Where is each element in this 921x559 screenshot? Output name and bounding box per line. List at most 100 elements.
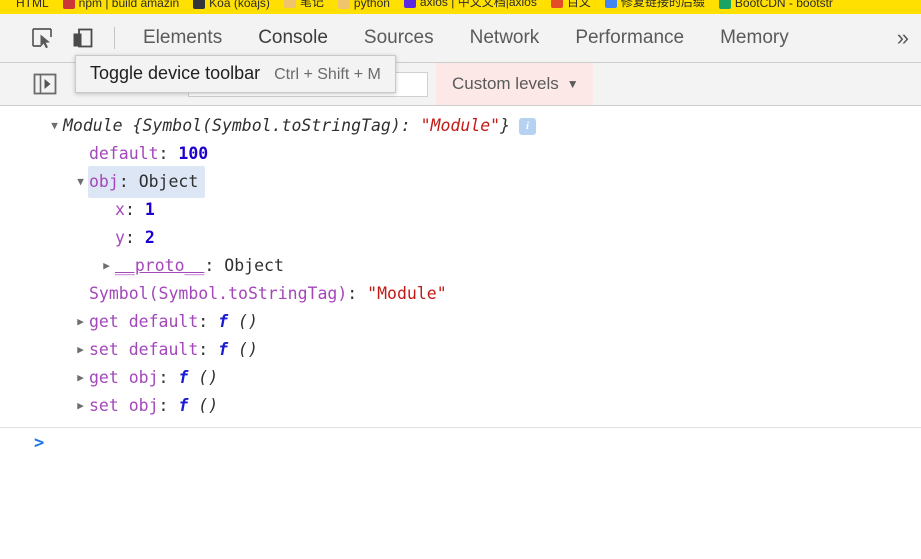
bookmark-item[interactable]: 修复链接的后缀	[604, 0, 705, 10]
tooltip-title: Toggle device toolbar	[90, 63, 261, 83]
log-levels-dropdown[interactable]: Custom levels ▼	[436, 63, 593, 105]
console-line-content: __proto__: Object	[115, 252, 284, 280]
chevron-down-icon: ▼	[566, 77, 579, 91]
console-token: set default	[89, 340, 199, 359]
console-prompt-row[interactable]: >	[0, 428, 921, 458]
console-token: :	[158, 368, 179, 387]
script-icon	[550, 0, 563, 8]
console-token: get obj	[89, 368, 159, 387]
tab-memory[interactable]: Memory	[702, 14, 807, 62]
info-icon[interactable]: i	[519, 117, 537, 135]
bookmark-item[interactable]: python	[337, 0, 390, 10]
bookmark-item[interactable]: BootCDN - bootstr	[718, 0, 833, 10]
disclosure-closed-icon[interactable]: ▶	[100, 252, 113, 280]
bookmark-label: BootCDN - bootstr	[734, 0, 833, 10]
console-token: :	[124, 228, 145, 247]
console-token: x	[115, 200, 125, 219]
console-line-content: set obj: f ()	[89, 392, 218, 420]
browser-bookmarks-bar: HTML npm | build amazin Koa (koajs) 笔记 pytho…	[0, 0, 921, 14]
bookmark-label: 笔记	[299, 0, 324, 9]
console-token: f	[218, 312, 229, 331]
console-line-content: set default: f ()	[89, 336, 258, 364]
generic-bookmark-icon	[0, 0, 12, 9]
console-token: "Module"	[367, 284, 447, 303]
console-token: 1	[144, 200, 155, 219]
console-line[interactable]: ▶ __proto__: Object	[0, 252, 921, 280]
console-filter-toolbar: Custom levels ▼ Toggle device toolbar Ct…	[0, 55, 921, 106]
disclosure-closed-icon[interactable]: ▶	[74, 308, 87, 336]
console-token: :	[198, 340, 219, 359]
console-line[interactable]: x: 1	[0, 196, 921, 224]
bookmark-item[interactable]: Koa (koajs)	[193, 0, 270, 10]
bookmark-item[interactable]: HTML	[0, 0, 49, 10]
console-line[interactable]: ▶ set obj: f ()	[0, 392, 921, 420]
console-token: Object	[224, 256, 284, 275]
console-line-content: obj: Object	[88, 166, 206, 198]
console-token: y	[115, 228, 125, 247]
console-line-content: Symbol(Symbol.toStringTag): "Module"	[89, 280, 447, 308]
console-line[interactable]: ▶ get default: f ()	[0, 308, 921, 336]
console-line[interactable]: default: 100	[0, 140, 921, 168]
console-token: "Module"	[420, 116, 501, 135]
link-icon	[604, 0, 617, 8]
folder-icon	[337, 0, 350, 9]
console-line-content: Module {Symbol(Symbol.toStringTag): "Mod…	[63, 112, 510, 140]
show-console-sidebar-icon[interactable]	[28, 71, 62, 97]
console-token: :	[347, 284, 368, 303]
console-token: ()	[228, 312, 258, 331]
bookmark-item[interactable]: axios | 中文文档|axios	[403, 0, 537, 10]
console-token: :	[158, 144, 179, 163]
console-token: Object	[138, 172, 199, 191]
console-token: :	[124, 200, 145, 219]
console-token: __proto__	[115, 256, 205, 275]
prompt-caret-icon: >	[34, 433, 45, 453]
bookmark-item[interactable]: 笔记	[283, 0, 324, 10]
disclosure-closed-icon[interactable]: ▶	[74, 364, 87, 392]
console-token: :	[198, 312, 219, 331]
console-line[interactable]: Symbol(Symbol.toStringTag): "Module"	[0, 280, 921, 308]
bookmark-label: 百文	[566, 0, 591, 9]
bookmark-item[interactable]: npm | build amazin	[62, 0, 180, 10]
device-toolbar-tooltip: Toggle device toolbar Ctrl + Shift + M	[75, 55, 396, 93]
bookmark-item[interactable]: 百文	[550, 0, 591, 10]
bootcdn-icon	[718, 0, 731, 9]
console-line-content: x: 1	[115, 196, 155, 224]
devtools-panel: Elements Console Sources Network Performance…	[0, 14, 921, 559]
console-token: f	[178, 368, 189, 387]
console-token: Module {Symbol(Symbol.toStringTag):	[63, 116, 421, 135]
console-token: Symbol(Symbol.toStringTag)	[89, 284, 348, 303]
console-token: f	[178, 396, 189, 415]
console-line[interactable]: y: 2	[0, 224, 921, 252]
bookmark-label: HTML	[16, 0, 49, 10]
console-line-content: get obj: f ()	[89, 364, 218, 392]
folder-icon	[283, 0, 296, 8]
console-token: f	[218, 340, 229, 359]
console-token: }	[500, 116, 511, 135]
console-token: 100	[178, 144, 209, 163]
console-output[interactable]: ▼ Module {Symbol(Symbol.toStringTag): "Mo…	[0, 106, 921, 559]
axios-icon	[403, 0, 416, 8]
console-line[interactable]: ▶ get obj: f ()	[0, 364, 921, 392]
disclosure-closed-icon[interactable]: ▶	[74, 336, 87, 364]
npm-icon	[62, 0, 75, 9]
console-line-content: default: 100	[89, 140, 208, 168]
console-line[interactable]: ▼ obj: Object	[0, 166, 921, 198]
console-line[interactable]: ▶ set default: f ()	[0, 336, 921, 364]
console-token: :	[158, 396, 179, 415]
console-token: :	[118, 172, 139, 191]
disclosure-open-icon[interactable]: ▼	[48, 112, 61, 140]
tab-performance[interactable]: Performance	[557, 14, 702, 62]
bookmark-label: npm | build amazin	[78, 0, 180, 10]
tab-network[interactable]: Network	[452, 14, 558, 62]
more-tabs-button[interactable]: »	[891, 14, 921, 62]
console-line-content: y: 2	[115, 224, 155, 252]
inspect-element-icon[interactable]	[22, 14, 62, 62]
console-token: ()	[228, 340, 258, 359]
disclosure-closed-icon[interactable]: ▶	[74, 392, 87, 420]
console-line[interactable]: ▼ Module {Symbol(Symbol.toStringTag): "Mo…	[0, 112, 921, 140]
disclosure-open-icon[interactable]: ▼	[74, 168, 87, 196]
console-token: 2	[144, 228, 155, 247]
